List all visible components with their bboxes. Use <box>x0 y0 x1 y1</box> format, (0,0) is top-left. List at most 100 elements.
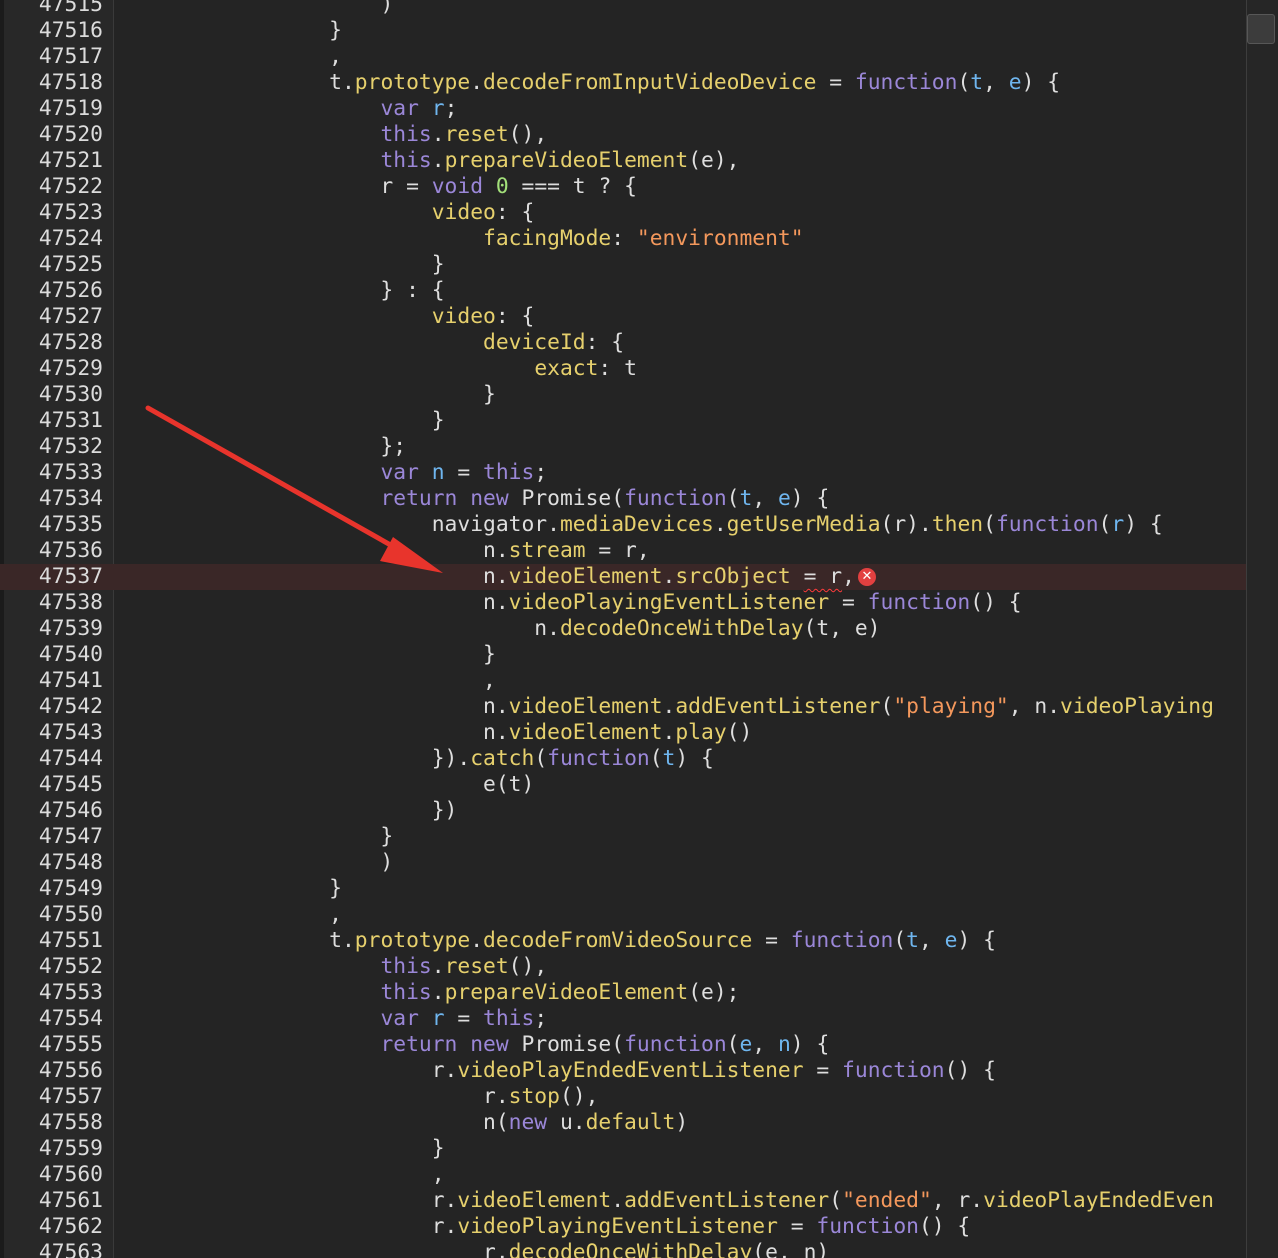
code-line[interactable]: 47563 r.decodeOnceWithDelay(e, n) <box>0 1240 1246 1258</box>
line-number[interactable]: 47550 <box>4 902 103 928</box>
line-number[interactable]: 47561 <box>4 1188 103 1214</box>
line-number[interactable]: 47541 <box>4 668 103 694</box>
line-number[interactable]: 47537 <box>4 564 103 590</box>
code-line[interactable]: 47556 r.videoPlayEndedEventListener = fu… <box>0 1058 1246 1084</box>
code-line[interactable]: 47530 } <box>0 382 1246 408</box>
line-number[interactable]: 47527 <box>4 304 103 330</box>
line-number[interactable]: 47555 <box>4 1032 103 1058</box>
line-number[interactable]: 47523 <box>4 200 103 226</box>
line-number[interactable]: 47518 <box>4 70 103 96</box>
line-number[interactable]: 47516 <box>4 18 103 44</box>
code-line[interactable]: 47521 this.prepareVideoElement(e), <box>0 148 1246 174</box>
line-number[interactable]: 47528 <box>4 330 103 356</box>
line-number[interactable]: 47522 <box>4 174 103 200</box>
scrollbar-thumb[interactable] <box>1247 14 1275 44</box>
code-line[interactable]: 47527 video: { <box>0 304 1246 330</box>
code-line[interactable]: 47539 n.decodeOnceWithDelay(t, e) <box>0 616 1246 642</box>
code-line[interactable]: 47524 facingMode: "environment" <box>0 226 1246 252</box>
code-line[interactable]: 47541 , <box>0 668 1246 694</box>
line-number[interactable]: 47534 <box>4 486 103 512</box>
code-line[interactable]: 47544 }).catch(function(t) { <box>0 746 1246 772</box>
line-number[interactable]: 47559 <box>4 1136 103 1162</box>
line-number[interactable]: 47529 <box>4 356 103 382</box>
code-line[interactable]: 47555 return new Promise(function(e, n) … <box>0 1032 1246 1058</box>
code-line[interactable]: 47545 e(t) <box>0 772 1246 798</box>
code-line-error[interactable]: 47537 n.videoElement.srcObject = r, ✕ <box>0 564 1246 590</box>
line-number[interactable]: 47532 <box>4 434 103 460</box>
code-line[interactable]: 47562 r.videoPlayingEventListener = func… <box>0 1214 1246 1240</box>
vertical-scrollbar[interactable] <box>1246 0 1278 1258</box>
line-number[interactable]: 47548 <box>4 850 103 876</box>
line-number[interactable]: 47560 <box>4 1162 103 1188</box>
code-line[interactable]: 47561 r.videoElement.addEventListener("e… <box>0 1188 1246 1214</box>
error-icon[interactable]: ✕ <box>857 568 876 586</box>
line-number[interactable]: 47558 <box>4 1110 103 1136</box>
line-number[interactable]: 47524 <box>4 226 103 252</box>
line-number[interactable]: 47552 <box>4 954 103 980</box>
code-line[interactable]: 47547 } <box>0 824 1246 850</box>
code-line[interactable]: 47543 n.videoElement.play() <box>0 720 1246 746</box>
code-line[interactable]: 47516 } <box>0 18 1246 44</box>
line-number[interactable]: 47554 <box>4 1006 103 1032</box>
line-number[interactable]: 47536 <box>4 538 103 564</box>
line-number[interactable]: 47525 <box>4 252 103 278</box>
code-line[interactable]: 47529 exact: t <box>0 356 1246 382</box>
line-number[interactable]: 47543 <box>4 720 103 746</box>
code-line[interactable]: 47546 }) <box>0 798 1246 824</box>
code-line[interactable]: 47525 } <box>0 252 1246 278</box>
line-number[interactable]: 47557 <box>4 1084 103 1110</box>
code-line[interactable]: 47517 , <box>0 44 1246 70</box>
code-line[interactable]: 47540 } <box>0 642 1246 668</box>
line-number[interactable]: 47563 <box>4 1240 103 1258</box>
line-number[interactable]: 47519 <box>4 96 103 122</box>
code-line[interactable]: 47518 t.prototype.decodeFromInputVideoDe… <box>0 70 1246 96</box>
line-number[interactable]: 47546 <box>4 798 103 824</box>
code-line[interactable]: 47542 n.videoElement.addEventListener("p… <box>0 694 1246 720</box>
code-line[interactable]: 47534 return new Promise(function(t, e) … <box>0 486 1246 512</box>
line-number[interactable]: 47515 <box>4 0 103 18</box>
line-number[interactable]: 47535 <box>4 512 103 538</box>
line-number[interactable]: 47545 <box>4 772 103 798</box>
code-line[interactable]: 47528 deviceId: { <box>0 330 1246 356</box>
line-number[interactable]: 47520 <box>4 122 103 148</box>
code-line[interactable]: 47520 this.reset(), <box>0 122 1246 148</box>
line-number[interactable]: 47521 <box>4 148 103 174</box>
code-editor[interactable]: 47515 ) 47516 } 47517 , 47518 t.prototype.d… <box>0 0 1246 1258</box>
line-number[interactable]: 47551 <box>4 928 103 954</box>
line-number[interactable]: 47544 <box>4 746 103 772</box>
code-line[interactable]: 47560 , <box>0 1162 1246 1188</box>
code-line[interactable]: 47536 n.stream = r, <box>0 538 1246 564</box>
line-number[interactable]: 47549 <box>4 876 103 902</box>
code-line[interactable]: 47554 var r = this; <box>0 1006 1246 1032</box>
line-number[interactable]: 47562 <box>4 1214 103 1240</box>
code-line[interactable]: 47551 t.prototype.decodeFromVideoSource … <box>0 928 1246 954</box>
line-number[interactable]: 47526 <box>4 278 103 304</box>
line-number[interactable]: 47533 <box>4 460 103 486</box>
line-number[interactable]: 47553 <box>4 980 103 1006</box>
code-line[interactable]: 47548 ) <box>0 850 1246 876</box>
line-number[interactable]: 47531 <box>4 408 103 434</box>
code-line[interactable]: 47557 r.stop(), <box>0 1084 1246 1110</box>
line-number[interactable]: 47517 <box>4 44 103 70</box>
code-line[interactable]: 47532 }; <box>0 434 1246 460</box>
code-line[interactable]: 47558 n(new u.default) <box>0 1110 1246 1136</box>
code-line[interactable]: 47526 } : { <box>0 278 1246 304</box>
line-number[interactable]: 47540 <box>4 642 103 668</box>
code-line[interactable]: 47515 ) <box>0 0 1246 18</box>
code-line[interactable]: 47553 this.prepareVideoElement(e); <box>0 980 1246 1006</box>
line-number[interactable]: 47556 <box>4 1058 103 1084</box>
line-number[interactable]: 47539 <box>4 616 103 642</box>
code-line[interactable]: 47552 this.reset(), <box>0 954 1246 980</box>
line-number[interactable]: 47542 <box>4 694 103 720</box>
code-line[interactable]: 47522 r = void 0 === t ? { <box>0 174 1246 200</box>
line-number[interactable]: 47538 <box>4 590 103 616</box>
code-line[interactable]: 47559 } <box>0 1136 1246 1162</box>
line-number[interactable]: 47530 <box>4 382 103 408</box>
code-line[interactable]: 47523 video: { <box>0 200 1246 226</box>
code-line[interactable]: 47550 , <box>0 902 1246 928</box>
code-line[interactable]: 47519 var r; <box>0 96 1246 122</box>
code-line[interactable]: 47535 navigator.mediaDevices.getUserMedi… <box>0 512 1246 538</box>
code-line[interactable]: 47538 n.videoPlayingEventListener = func… <box>0 590 1246 616</box>
code-line[interactable]: 47533 var n = this; <box>0 460 1246 486</box>
line-number[interactable]: 47547 <box>4 824 103 850</box>
